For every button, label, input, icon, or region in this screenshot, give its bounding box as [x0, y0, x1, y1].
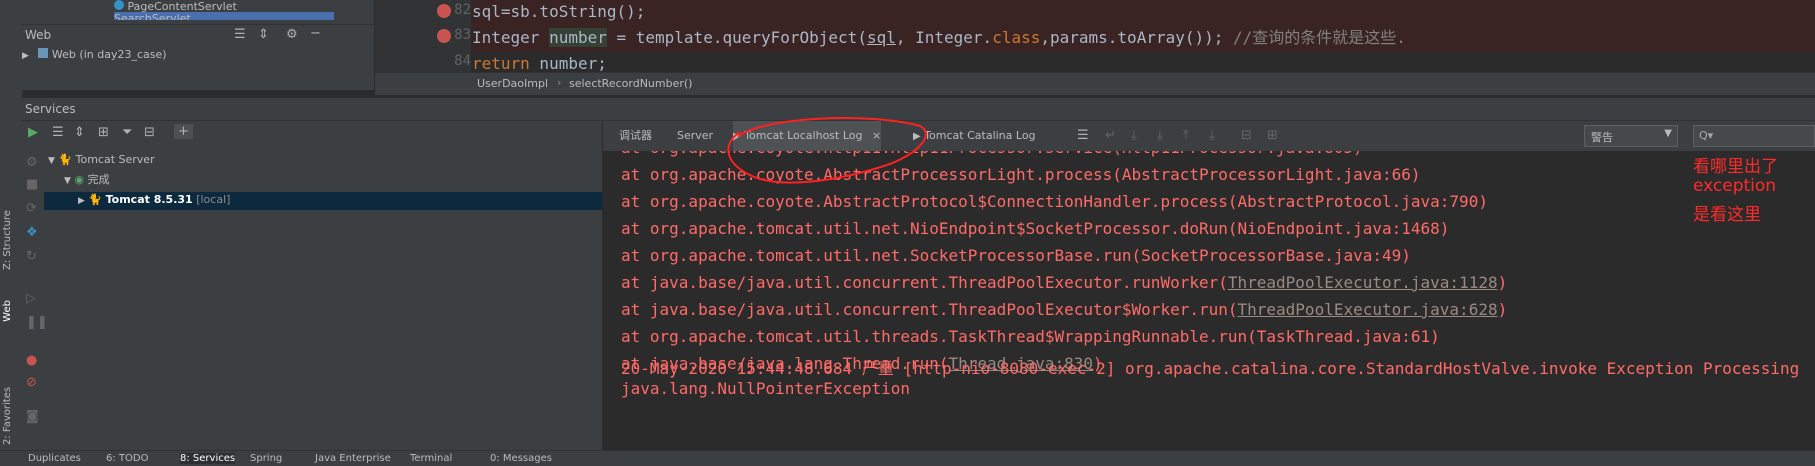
pause-icon[interactable]: ❚❚ [26, 315, 48, 330]
code-editor[interactable]: 82 83 84 sql=sb.toString(); Integer numb… [375, 0, 1815, 72]
camera-icon[interactable]: ◙ [26, 409, 39, 424]
menu-icon[interactable]: ☰ [1077, 128, 1089, 143]
code-line-82[interactable]: sql=sb.toString(); [472, 0, 645, 26]
tree-tomcat-server[interactable]: ▼ 🐈 Tomcat Server [48, 153, 155, 166]
deploy-icon[interactable]: ❖ [26, 225, 38, 240]
line-number: 84 [454, 53, 471, 69]
search-input[interactable]: Q▾ [1693, 125, 1815, 147]
web-section-header: Web ☰ ⇕ ⚙ − [22, 24, 374, 45]
source-link[interactable]: ThreadPoolExecutor.java:1128 [1228, 273, 1498, 292]
settings-icon[interactable]: ⊞ [1267, 128, 1278, 143]
breadcrumb-separator: › [557, 76, 562, 89]
search-icon: Q▾ [1699, 129, 1714, 142]
breakpoint-icon[interactable] [437, 29, 451, 43]
expand-all-icon[interactable]: ⇕ [74, 125, 85, 140]
bottom-tab[interactable]: Duplicates [28, 453, 81, 464]
tree-item-search[interactable]: SearchServlet [114, 12, 334, 20]
bottom-tool-bar: Duplicates 6: TODO 8: Services Spring Java E… [0, 450, 1815, 466]
bottom-tab[interactable]: 0: Messages [490, 453, 552, 464]
services-title: Services [25, 102, 76, 116]
minimize-icon[interactable]: − [310, 26, 321, 41]
log-error-line: 20-May-2020 15:44:48.684 严重 [http-nio-80… [621, 359, 1800, 378]
log-exception-line: java.lang.NullPointerException [621, 379, 910, 398]
expand-arrow-icon[interactable]: ▶ [78, 196, 85, 206]
log-line: at java.base/java.util.concurrent.Thread… [621, 300, 1508, 319]
expand-icon[interactable]: ⇕ [258, 27, 269, 42]
chevron-down-icon: ▼ [1664, 128, 1672, 139]
bottom-tab[interactable]: 8: Services [180, 453, 236, 464]
mute-breakpoints-icon[interactable]: ⊘ [26, 375, 37, 390]
expand-arrow-icon[interactable]: ▼ [48, 156, 55, 166]
bottom-tab[interactable]: Spring [250, 453, 282, 464]
collapse-all-icon[interactable]: ☰ [234, 27, 246, 42]
web-tab[interactable]: Web [2, 300, 13, 322]
run-icon[interactable]: ▶ [28, 125, 38, 140]
tree-tomcat-instance[interactable]: ▶ 🐈 Tomcat 8.5.31 [local] [78, 193, 230, 206]
breadcrumb-method[interactable]: selectRecordNumber() [569, 77, 692, 90]
favorites-tab[interactable]: 2: Favorites [2, 365, 13, 445]
log-line: at org.apache.tomcat.util.threads.TaskTh… [621, 327, 1440, 346]
filter-icon[interactable]: ⏷ [122, 125, 132, 140]
print-icon[interactable]: ⤓ [1157, 128, 1163, 143]
breakpoints-icon[interactable]: ● [26, 353, 37, 368]
stop-icon[interactable]: ■ [26, 177, 38, 192]
log-line: at org.apache.tomcat.util.net.SocketProc… [621, 246, 1411, 265]
collapse-all-icon[interactable]: ☰ [52, 125, 64, 140]
structure-tab[interactable]: Z: Structure [2, 190, 13, 270]
resume-icon[interactable]: ▷ [26, 291, 36, 306]
code-line-83[interactable]: Integer number = template.queryForObject… [472, 24, 1406, 52]
group-icon[interactable]: ⊞ [98, 125, 109, 140]
tree-status-finished[interactable]: ▼ ◉ 完成 [64, 171, 110, 187]
debug-icon[interactable]: ⚙ [26, 155, 38, 170]
layout-icon[interactable]: ⊟ [144, 125, 155, 140]
editor-gutter[interactable]: 82 83 84 [375, 0, 471, 72]
services-toolbar: ▶ ☰ ⇕ ⊞ ⏷ ⊟ + [22, 121, 602, 148]
tab-debugger[interactable]: 调试器 [619, 121, 652, 151]
source-link[interactable]: ThreadPoolExecutor.java:628 [1238, 300, 1498, 319]
scroll-end-icon[interactable]: ⤓ [1131, 128, 1137, 143]
breakpoint-icon[interactable] [437, 4, 451, 18]
left-tool-strip: Z: Structure Web 2: Favorites [0, 0, 23, 465]
log-level-select[interactable]: 警告 ▼ [1584, 125, 1678, 147]
expand-arrow-icon[interactable]: ▶ [22, 51, 29, 61]
services-tree: ▼ 🐈 Tomcat Server ▼ ◉ 完成 ▶ 🐈 Tomcat 8.5.… [22, 147, 602, 450]
project-tree-panel: PageContentServlet SearchServlet Web ☰ ⇕… [22, 0, 374, 90]
update-icon[interactable]: ⟳ [26, 201, 37, 216]
tree-item-web[interactable]: ▶ Web (in day23_case) [22, 48, 167, 61]
web-module-icon [38, 48, 49, 58]
annotation-text: exception [1693, 176, 1777, 196]
code-line-84[interactable]: return number; [472, 50, 607, 72]
bottom-tab[interactable]: 6: TODO [106, 453, 148, 464]
refresh-icon[interactable]: ↻ [26, 249, 37, 264]
annotation-text: 看哪里出了 [1693, 157, 1778, 177]
log-line: at java.base/java.util.concurrent.Thread… [621, 273, 1508, 292]
up-icon[interactable]: ⤒ [1183, 128, 1189, 143]
annotation-text: 是看这里 [1693, 205, 1761, 225]
breadcrumb: UserDaoImpl › selectRecordNumber() [375, 72, 1815, 95]
status-icon: ◉ [74, 173, 85, 186]
tomcat-icon: 🐈 [88, 193, 103, 206]
bottom-tab[interactable]: Java Enterprise [315, 453, 391, 464]
tomcat-icon: 🐈 [58, 153, 73, 166]
bottom-tab[interactable]: Terminal [410, 453, 452, 464]
gear-icon[interactable]: ⚙ [286, 27, 298, 42]
add-icon[interactable]: + [174, 124, 193, 139]
breadcrumb-class[interactable]: UserDaoImpl [477, 77, 548, 90]
down-icon[interactable]: ⤓ [1209, 128, 1215, 143]
expand-arrow-icon[interactable]: ▼ [64, 176, 71, 186]
clear-icon[interactable]: ⊟ [1241, 128, 1252, 143]
servlet-icon [114, 0, 124, 10]
web-section-title: Web [25, 28, 52, 42]
annotation-circle [727, 117, 927, 184]
log-line: at org.apache.tomcat.util.net.NioEndpoin… [621, 219, 1450, 238]
soft-wrap-icon[interactable]: ↵ [1105, 128, 1116, 143]
tab-server[interactable]: Server [677, 121, 713, 151]
